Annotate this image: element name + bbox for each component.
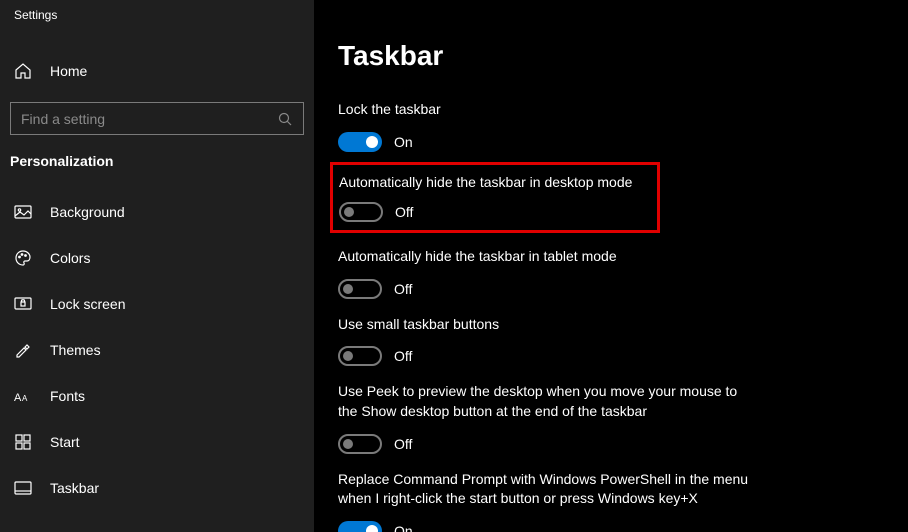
toggle-small-buttons[interactable] — [338, 346, 382, 366]
toggle-state: On — [394, 523, 413, 532]
nav-label: Themes — [50, 342, 101, 358]
nav-label: Taskbar — [50, 480, 99, 496]
nav-label: Start — [50, 434, 80, 450]
highlighted-setting: Automatically hide the taskbar in deskto… — [330, 162, 660, 234]
setting-label: Use Peek to preview the desktop when you… — [338, 382, 758, 421]
lock-screen-icon — [14, 295, 32, 313]
setting-label: Automatically hide the taskbar in tablet… — [338, 247, 758, 267]
setting-small-buttons: Use small taskbar buttons Off — [338, 305, 908, 373]
image-icon — [14, 203, 32, 221]
search-input-container[interactable] — [10, 102, 304, 135]
palette-icon — [14, 249, 32, 267]
home-icon — [14, 62, 32, 80]
sidebar-item-themes[interactable]: Themes — [0, 327, 314, 373]
sidebar-item-fonts[interactable]: A A Fonts — [0, 373, 314, 419]
category-label: Personalization — [0, 135, 314, 183]
themes-icon — [14, 341, 32, 359]
setting-powershell: Replace Command Prompt with Windows Powe… — [338, 460, 908, 532]
nav-label: Lock screen — [50, 296, 125, 312]
fonts-icon: A A — [14, 387, 32, 405]
toggle-powershell[interactable] — [338, 521, 382, 532]
sidebar: Settings Home Personalization — [0, 0, 314, 532]
sidebar-item-home[interactable]: Home — [0, 50, 314, 92]
setting-label: Automatically hide the taskbar in deskto… — [339, 173, 647, 193]
setting-peek: Use Peek to preview the desktop when you… — [338, 372, 908, 459]
setting-auto-hide-tablet: Automatically hide the taskbar in tablet… — [338, 237, 908, 305]
page-title: Taskbar — [338, 0, 908, 90]
svg-text:A: A — [14, 392, 22, 404]
setting-lock-taskbar: Lock the taskbar On — [338, 90, 908, 158]
toggle-state: On — [394, 134, 413, 150]
nav-label: Colors — [50, 250, 90, 266]
setting-label: Lock the taskbar — [338, 100, 758, 120]
toggle-lock-taskbar[interactable] — [338, 132, 382, 152]
sidebar-item-lock-screen[interactable]: Lock screen — [0, 281, 314, 327]
toggle-state: Off — [394, 436, 412, 452]
sidebar-item-background[interactable]: Background — [0, 189, 314, 235]
search-icon — [277, 111, 293, 127]
sidebar-item-start[interactable]: Start — [0, 419, 314, 465]
setting-label: Use small taskbar buttons — [338, 315, 758, 335]
start-icon — [14, 433, 32, 451]
sidebar-item-colors[interactable]: Colors — [0, 235, 314, 281]
app-title: Settings — [0, 0, 314, 30]
main-content: Taskbar Lock the taskbar On Automaticall… — [314, 0, 908, 532]
taskbar-icon — [14, 479, 32, 497]
nav-label: Fonts — [50, 388, 85, 404]
home-label: Home — [50, 63, 87, 79]
toggle-peek[interactable] — [338, 434, 382, 454]
svg-text:A: A — [22, 394, 28, 403]
toggle-state: Off — [394, 348, 412, 364]
toggle-state: Off — [395, 204, 413, 220]
toggle-auto-hide-tablet[interactable] — [338, 279, 382, 299]
toggle-state: Off — [394, 281, 412, 297]
toggle-auto-hide-desktop[interactable] — [339, 202, 383, 222]
sidebar-item-taskbar[interactable]: Taskbar — [0, 465, 314, 511]
setting-label: Replace Command Prompt with Windows Powe… — [338, 470, 758, 509]
nav-list: Background Colors Lock sc — [0, 189, 314, 511]
nav-label: Background — [50, 204, 125, 220]
search-input[interactable] — [21, 111, 277, 127]
